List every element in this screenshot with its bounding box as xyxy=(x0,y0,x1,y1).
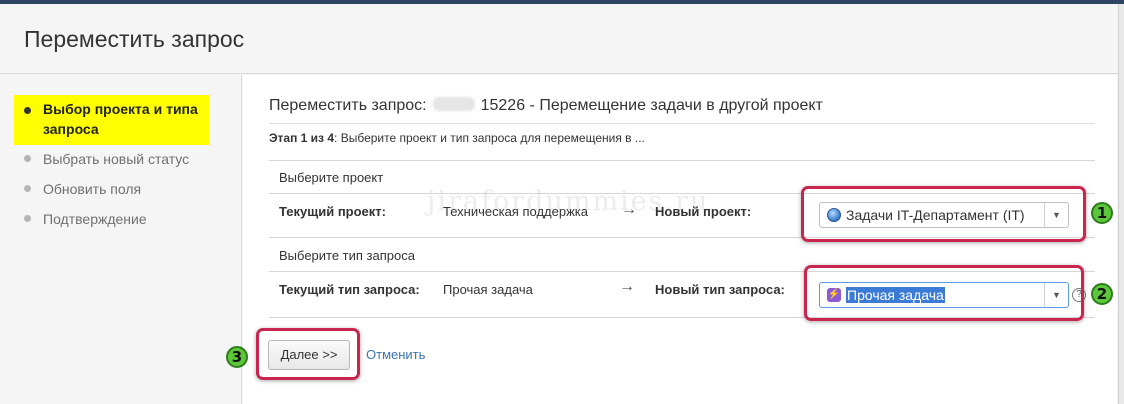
page-title: Переместить запрос: 15226 - Перемещение з… xyxy=(269,97,823,115)
cancel-link[interactable]: Отменить xyxy=(366,347,425,362)
dialog-title: Переместить запрос xyxy=(24,26,245,52)
title-prefix: Переместить запрос: xyxy=(269,97,427,114)
callout-new-project xyxy=(801,186,1086,242)
stage-description: : Выберите проект и тип запроса для пере… xyxy=(334,131,645,145)
divider xyxy=(269,160,1095,161)
title-suffix: 15226 - Перемещение задачи в другой прое… xyxy=(480,97,823,114)
divider xyxy=(269,123,1095,124)
current-project-label: Текущий проект: xyxy=(279,204,386,219)
stage-counter: Этап 1 из 4 xyxy=(269,131,335,145)
step-bullet-icon xyxy=(24,155,31,162)
badge-1: 1 xyxy=(1091,202,1113,224)
step-label: Подтверждение xyxy=(43,211,147,227)
step-label: Выбрать новый статус xyxy=(43,151,190,167)
step-label: Обновить поля xyxy=(43,181,142,197)
step-label: Выбор проекта и типа запроса xyxy=(43,101,198,137)
watermark: jirafordummies.ru xyxy=(427,186,710,217)
badge-2: 2 xyxy=(1091,283,1113,305)
dialog-header: Переместить запрос xyxy=(0,4,1124,74)
callout-new-type xyxy=(804,265,1084,321)
next-button[interactable]: Далее >> xyxy=(268,340,350,370)
arrow-icon: → xyxy=(619,278,635,295)
redacted-issue-key xyxy=(432,97,475,111)
current-type-value: Прочая задача xyxy=(443,282,533,297)
wizard-steps-sidebar: Выбор проекта и типа запроса Выбрать нов… xyxy=(0,75,242,404)
section-title-issue-type: Выберите тип запроса xyxy=(279,248,415,263)
step-bullet-icon xyxy=(24,215,31,222)
step-bullet-icon xyxy=(24,185,31,192)
step-bullet-icon xyxy=(24,107,31,114)
current-type-label: Текущий тип запроса: xyxy=(279,282,420,297)
scrollbar[interactable] xyxy=(1118,4,1124,404)
section-title-project: Выберите проект xyxy=(279,170,384,185)
new-type-label: Новый тип запроса: xyxy=(655,282,785,297)
stage-text: Этап 1 из 4: Выберите проект и тип запро… xyxy=(269,131,645,145)
step-select-project[interactable]: Выбор проекта и типа запроса xyxy=(14,95,209,145)
badge-3: 3 xyxy=(226,346,248,368)
